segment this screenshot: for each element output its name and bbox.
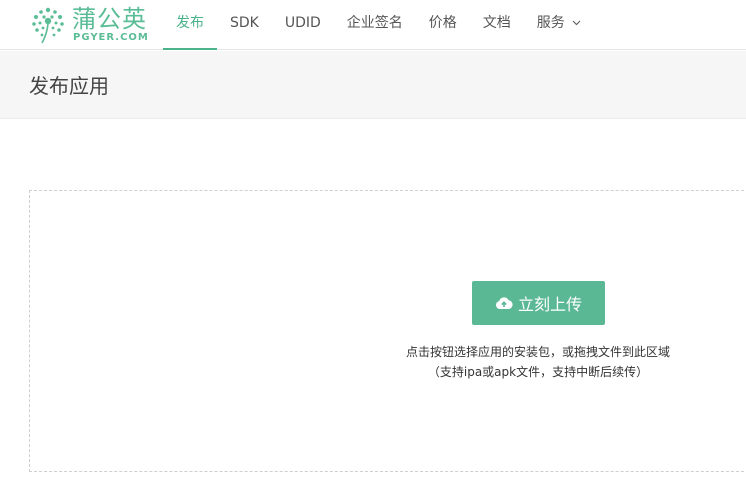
nav-item-enterprise-signing[interactable]: 企业签名 bbox=[334, 0, 416, 50]
chevron-down-icon bbox=[572, 20, 581, 26]
nav-item-label: UDID bbox=[284, 15, 321, 31]
brand-name-en: PGYER.COM bbox=[73, 32, 149, 43]
upload-now-button[interactable]: 立刻上传 bbox=[472, 281, 605, 325]
brand-logo[interactable]: 蒲公英 PGYER.COM bbox=[30, 4, 148, 46]
main-nav: 发布 SDK UDID 企业签名 价格 文档 服务 bbox=[163, 0, 594, 50]
page-header: 发布应用 bbox=[0, 51, 746, 119]
nav-item-label: 价格 bbox=[428, 15, 457, 31]
nav-item-pricing[interactable]: 价格 bbox=[416, 0, 470, 50]
nav-item-services[interactable]: 服务 bbox=[524, 0, 594, 50]
nav-item-label: 服务 bbox=[536, 15, 565, 31]
top-navbar: 蒲公英 PGYER.COM 发布 SDK UDID 企业签名 价格 文档 服务 bbox=[0, 0, 746, 50]
nav-item-sdk[interactable]: SDK bbox=[217, 0, 272, 50]
nav-item-docs[interactable]: 文档 bbox=[470, 0, 524, 50]
nav-item-publish[interactable]: 发布 bbox=[163, 0, 217, 50]
nav-item-label: 企业签名 bbox=[346, 15, 403, 31]
upload-button-label: 立刻上传 bbox=[517, 295, 582, 314]
page-title: 发布应用 bbox=[29, 74, 109, 98]
upload-format-hint: （支持ipa或apk文件，支持中断后续传） bbox=[427, 365, 649, 379]
nav-item-label: 文档 bbox=[482, 15, 511, 31]
nav-item-label: SDK bbox=[230, 15, 259, 31]
file-drop-zone[interactable] bbox=[29, 190, 746, 472]
cloud-upload-icon bbox=[495, 297, 513, 309]
upload-hint: 点击按钮选择应用的安装包，或拖拽文件到此区域 bbox=[405, 345, 670, 359]
nav-item-udid[interactable]: UDID bbox=[272, 0, 334, 50]
dandelion-icon bbox=[32, 7, 64, 44]
brand-name-cn: 蒲公英 bbox=[72, 5, 147, 33]
nav-item-label: 发布 bbox=[176, 15, 204, 31]
